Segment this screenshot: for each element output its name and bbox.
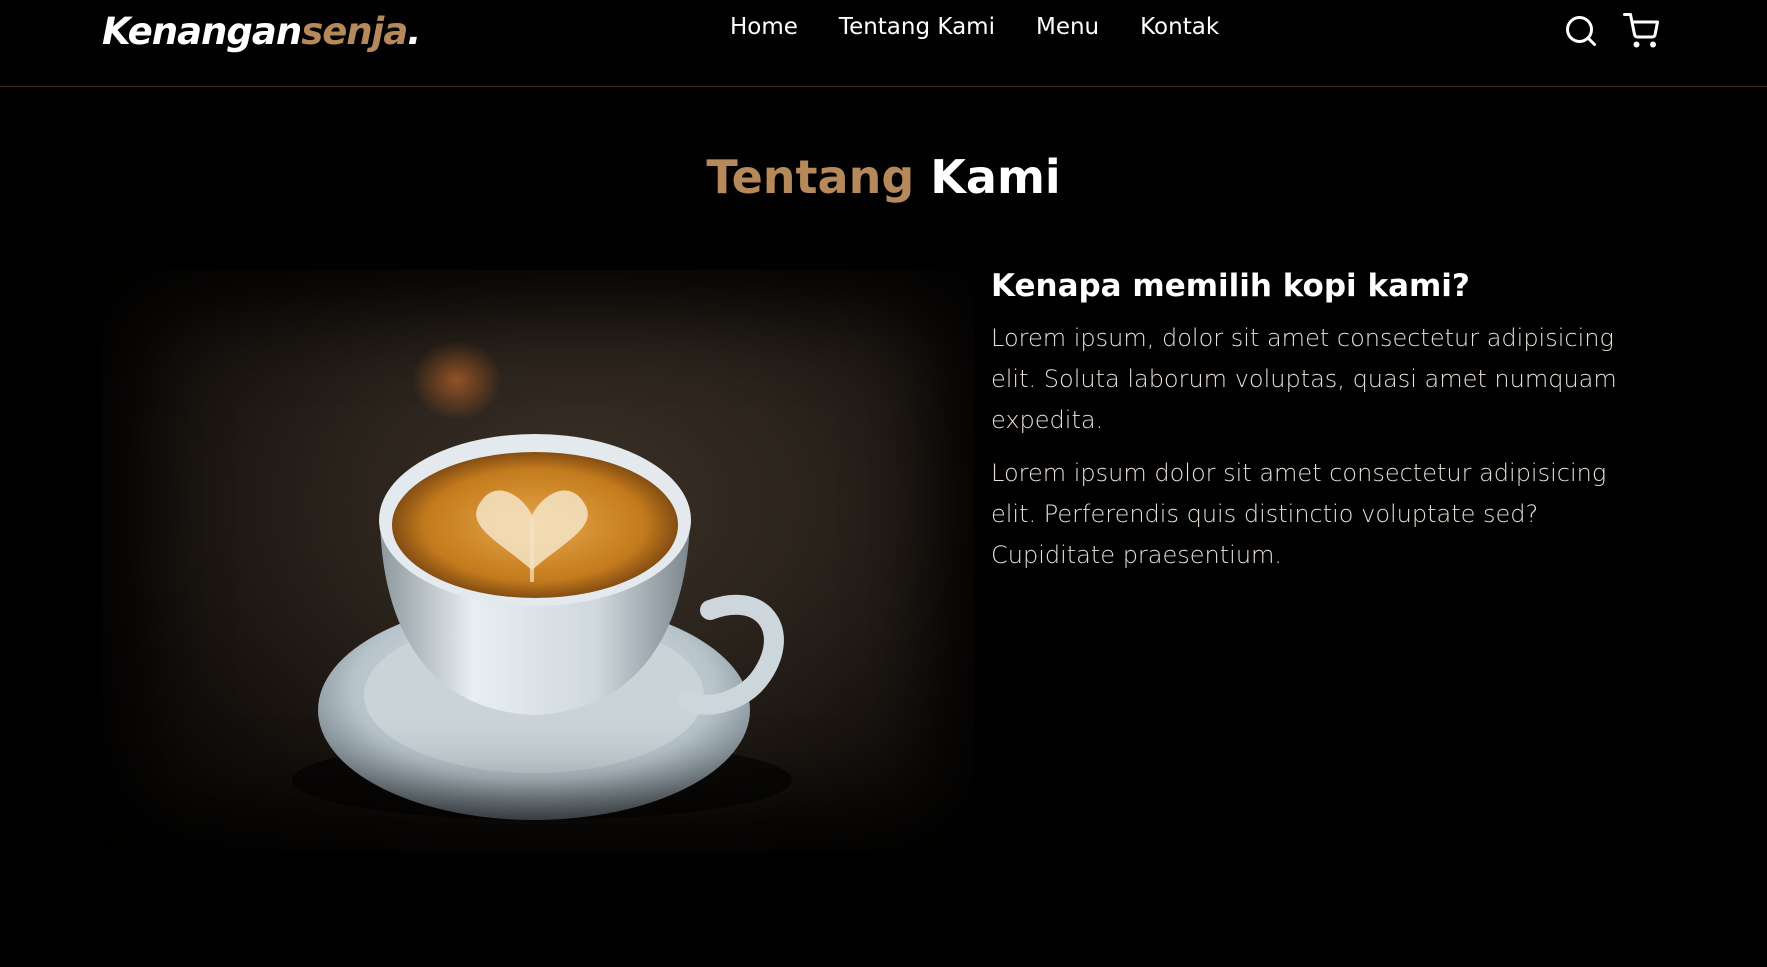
section-title-rest: Kami [914,150,1061,204]
logo[interactable]: Kenangansenja. [102,10,421,53]
navbar: Kenangansenja. Home Tentang Kami Menu Ko… [0,0,1767,87]
about-paragraph-1: Lorem ipsum, dolor sit amet consectetur … [991,324,1617,434]
coffee-cup-illustration [292,340,792,820]
search-icon[interactable] [1563,13,1599,49]
section-title-accent: Tentang [706,150,915,204]
nav-icons [1563,13,1659,49]
logo-part-3: . [407,10,421,53]
about-content: Kenapa memilih kopi kami? Lorem ipsum, d… [991,268,1641,588]
nav-links: Home Tentang Kami Menu Kontak [730,14,1260,40]
nav-link-menu[interactable]: Menu [1036,14,1099,40]
cart-icon[interactable] [1623,13,1659,49]
nav-link-tentang-kami[interactable]: Tentang Kami [839,14,995,40]
about-heading: Kenapa memilih kopi kami? [991,268,1470,304]
about-paragraph-2: Lorem ipsum dolor sit amet consectetur a… [991,459,1607,569]
logo-part-1: Kenangan [102,10,302,53]
section-title: Tentang Kami [0,150,1767,204]
nav-link-home[interactable]: Home [730,14,798,40]
logo-part-2: senja [301,10,408,53]
nav-link-kontak[interactable]: Kontak [1140,14,1219,40]
coffee-cup-image [102,270,974,852]
